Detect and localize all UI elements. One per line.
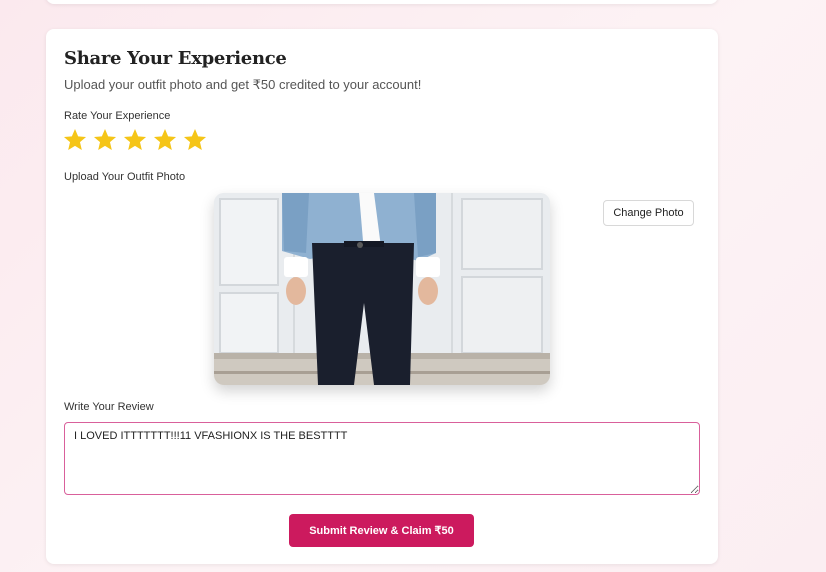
- review-card-title: Share Your Experience: [64, 48, 287, 69]
- star-icon-5[interactable]: [182, 127, 208, 153]
- review-card-subtitle: Upload your outfit photo and get ₹50 cre…: [64, 77, 422, 92]
- rating-label: Rate Your Experience: [64, 110, 171, 122]
- review-card: Share Your Experience Upload your outfit…: [46, 29, 718, 564]
- upload-photo-label: Upload Your Outfit Photo: [64, 171, 186, 183]
- review-label: Write Your Review: [64, 401, 154, 413]
- submit-review-button[interactable]: Submit Review & Claim ₹50: [289, 514, 474, 547]
- star-icon-4[interactable]: [152, 127, 178, 153]
- change-photo-button[interactable]: Change Photo: [603, 200, 694, 226]
- review-textarea[interactable]: I LOVED ITTTTTTT!!!11 VFASHIONX IS THE B…: [64, 422, 700, 495]
- outfit-photo-image: [214, 193, 550, 385]
- star-icon-1[interactable]: [62, 127, 88, 153]
- star-icon-3[interactable]: [122, 127, 148, 153]
- outfit-photo-preview: [214, 193, 550, 385]
- previous-card: [46, 0, 718, 4]
- star-rating[interactable]: [62, 127, 208, 153]
- star-icon-2[interactable]: [92, 127, 118, 153]
